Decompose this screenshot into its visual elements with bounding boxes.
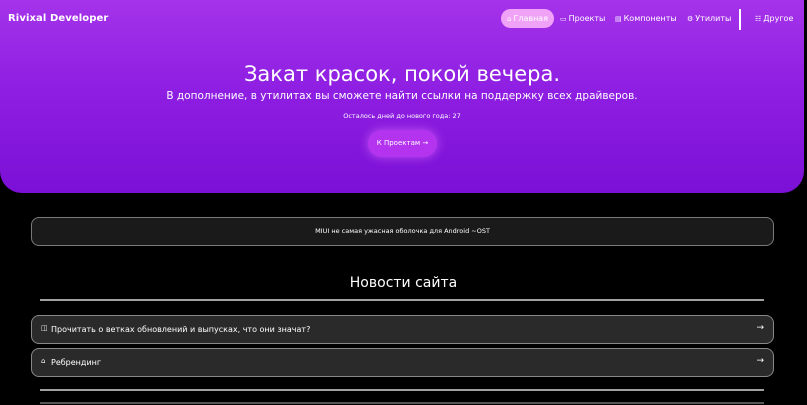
top-navbar: Rivixal Developer ⌂ Главная ▭ Проекты ▤ Ком… <box>0 0 807 38</box>
home-icon: ⌂ <box>41 357 46 365</box>
next-card-edge <box>40 402 764 404</box>
components-icon: ▤ <box>615 15 622 23</box>
news-item-label: Прочитать о ветках обновлений и выпусках… <box>51 325 311 334</box>
nav-home-label: Главная <box>513 14 549 23</box>
document-icon: ◫ <box>41 324 48 332</box>
nav-more-label: Другое <box>763 14 794 23</box>
nav-components-label: Компоненты <box>623 14 677 23</box>
nav-components[interactable]: ▤ Компоненты <box>609 9 683 28</box>
home-icon: ⌂ <box>507 15 512 23</box>
nav-utilities-label: Утилиты <box>695 14 732 23</box>
nav-utilities[interactable]: ⚙ Утилиты <box>681 9 737 28</box>
news-item-branches[interactable]: ◫ Прочитать о ветках обновлений и выпуск… <box>31 315 774 344</box>
hero-subtitle: В дополнение, в утилитах вы сможете найт… <box>166 90 638 102</box>
nav-projects[interactable]: ▭ Проекты <box>554 9 611 28</box>
news-section-title: Новости сайта <box>349 275 458 291</box>
nav-projects-label: Проекты <box>568 14 606 23</box>
nav-home[interactable]: ⌂ Главная <box>501 9 555 28</box>
brand-logo-text[interactable]: Rivixal Developer <box>8 13 108 24</box>
new-year-countdown: Осталось дней до нового года: 27 <box>343 112 461 120</box>
gear-icon: ⚙ <box>687 15 694 23</box>
arrow-right-icon: → <box>756 323 764 333</box>
menu-grid-icon: ☷ <box>755 15 762 23</box>
notice-banner: MIUI не самая ужасная оболочка для Andro… <box>31 217 774 246</box>
arrow-right-icon: → <box>756 356 764 366</box>
news-item-label: Ребрендинг <box>51 358 102 367</box>
news-divider-bottom <box>40 389 764 391</box>
projects-icon: ▭ <box>560 15 567 23</box>
hero-title: Закат красок, покой вечера. <box>243 62 561 86</box>
nav-more[interactable]: ☷ Другое <box>749 9 799 28</box>
news-divider-top <box>40 299 764 301</box>
news-item-rebranding[interactable]: ⌂ Ребрендинг → <box>31 348 774 377</box>
to-projects-button[interactable]: К Проектам → <box>368 130 437 157</box>
nav-divider <box>739 9 741 30</box>
